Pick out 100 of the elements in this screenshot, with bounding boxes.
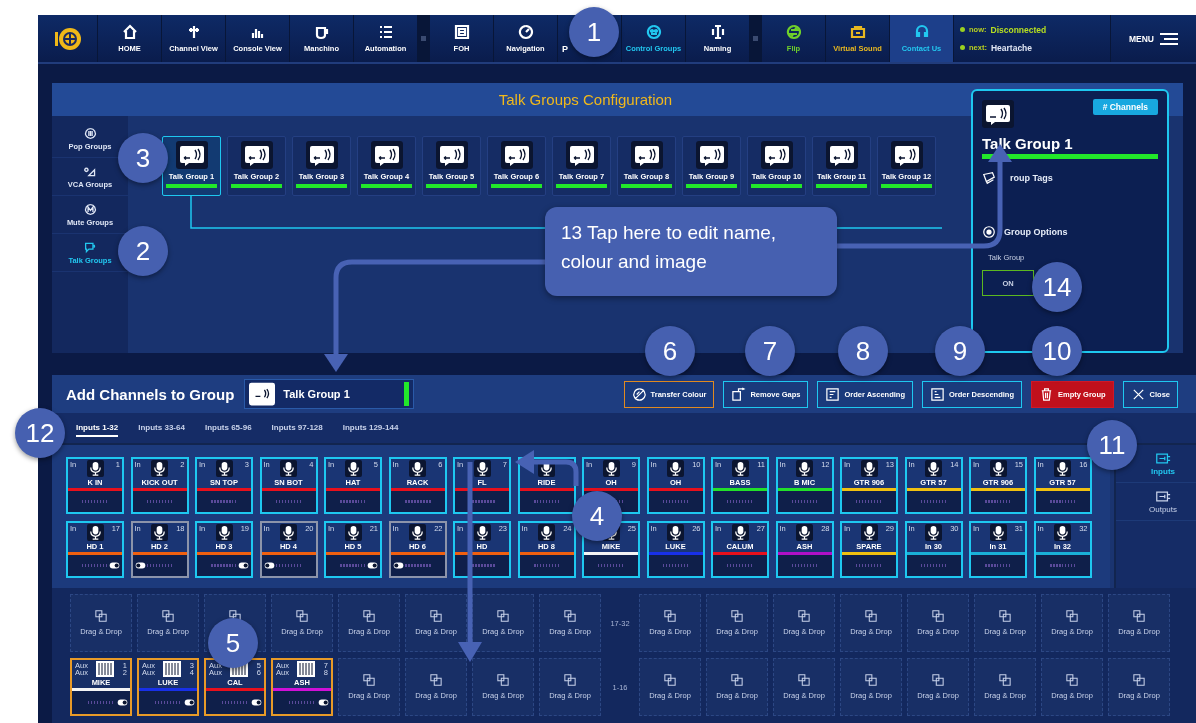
microphone-icon bbox=[86, 460, 104, 477]
level-meter bbox=[777, 491, 832, 512]
copy-icon bbox=[497, 674, 509, 686]
microphone-icon bbox=[796, 524, 813, 541]
nav-separator bbox=[417, 15, 429, 62]
level-meter bbox=[971, 491, 1025, 512]
microphone-icon bbox=[86, 524, 104, 541]
speech-speaker-icon bbox=[249, 382, 276, 406]
level-meter bbox=[326, 491, 380, 512]
copy-icon bbox=[564, 610, 576, 622]
copy-icon bbox=[932, 610, 944, 622]
level-meter bbox=[648, 555, 703, 576]
speech-speaker-icon bbox=[370, 141, 403, 169]
microphone-icon bbox=[280, 524, 297, 541]
microphone-icon bbox=[215, 460, 233, 477]
plug-icon bbox=[1155, 489, 1171, 503]
speech-speaker-icon bbox=[175, 141, 208, 169]
level-meter bbox=[390, 491, 445, 512]
copy-icon bbox=[932, 674, 944, 686]
status-value: Heartache bbox=[990, 42, 1033, 53]
copy-icon bbox=[162, 610, 174, 622]
speech-speaker-icon bbox=[500, 141, 533, 169]
menu-icon bbox=[1160, 32, 1178, 45]
microphone-icon bbox=[989, 524, 1007, 541]
copy-icon bbox=[430, 610, 442, 622]
section-title: Add Channels to Group bbox=[66, 385, 235, 403]
fader-bank-icon bbox=[163, 661, 182, 677]
microphone-icon bbox=[731, 460, 749, 477]
microphone-icon bbox=[409, 524, 426, 541]
level-meter bbox=[1035, 555, 1090, 576]
menu-button[interactable]: MENU bbox=[1110, 15, 1196, 62]
microphone-icon bbox=[860, 524, 878, 541]
step-number-tooltip: 12 bbox=[15, 408, 65, 458]
tab[interactable]: Inputs 129-144 bbox=[342, 419, 399, 437]
microphone-icon bbox=[602, 460, 620, 477]
export-icon bbox=[731, 386, 747, 402]
side-tab[interactable]: Outputs bbox=[1116, 483, 1196, 521]
copy-icon bbox=[664, 674, 676, 686]
microphone-icon bbox=[1054, 524, 1071, 541]
copy-icon bbox=[731, 610, 743, 622]
speech-speaker-icon bbox=[240, 141, 273, 169]
status-value: Disconnected bbox=[990, 24, 1047, 35]
level-meter bbox=[777, 555, 832, 576]
sort-descending-icon bbox=[930, 386, 945, 402]
speech-icon bbox=[83, 240, 97, 254]
copy-icon bbox=[564, 674, 576, 686]
tab[interactable]: Inputs 33-64 bbox=[138, 419, 185, 437]
microphone-icon bbox=[925, 460, 942, 477]
tab[interactable]: Inputs 1-32 bbox=[76, 419, 119, 437]
nav-separator bbox=[749, 15, 761, 62]
speech-speaker-icon bbox=[890, 141, 923, 169]
microphone-icon bbox=[473, 460, 491, 477]
copy-icon bbox=[798, 674, 810, 686]
copy-icon bbox=[363, 610, 375, 622]
microphone-icon bbox=[344, 524, 362, 541]
tag-icon bbox=[982, 171, 996, 185]
level-meter bbox=[584, 555, 638, 576]
microphone-icon bbox=[1054, 460, 1071, 477]
copy-icon bbox=[1066, 674, 1078, 686]
fader-bank-icon bbox=[96, 661, 115, 677]
copy-icon bbox=[731, 674, 743, 686]
microphone-icon bbox=[731, 524, 749, 541]
level-meter bbox=[713, 491, 767, 512]
speech-speaker-icon bbox=[435, 141, 468, 169]
level-meter bbox=[906, 491, 961, 512]
copy-icon bbox=[1133, 610, 1145, 622]
microphone-icon bbox=[989, 460, 1007, 477]
copy-icon bbox=[1133, 674, 1145, 686]
speech-speaker-icon bbox=[565, 141, 598, 169]
radio-icon bbox=[982, 225, 996, 239]
microphone-icon bbox=[796, 460, 813, 477]
copy-icon bbox=[999, 674, 1011, 686]
level-meter bbox=[519, 491, 574, 512]
speech-speaker-icon bbox=[305, 141, 338, 169]
speech-speaker-icon bbox=[630, 141, 663, 169]
group-field[interactable]: Talk Group 1 bbox=[244, 379, 415, 409]
speech-speaker-icon[interactable] bbox=[982, 99, 1014, 129]
tab[interactable]: Inputs 65-96 bbox=[204, 419, 252, 437]
copy-icon bbox=[999, 610, 1011, 622]
copy-icon bbox=[798, 610, 810, 622]
tab[interactable]: Inputs 97-128 bbox=[271, 419, 323, 437]
speech-speaker-icon bbox=[760, 141, 793, 169]
copy-icon bbox=[1066, 610, 1078, 622]
level-meter bbox=[68, 491, 122, 512]
level-meter bbox=[197, 491, 251, 512]
level-meter bbox=[713, 555, 767, 576]
copy-icon bbox=[296, 610, 308, 622]
toggle-icon bbox=[251, 699, 262, 706]
copy-icon bbox=[363, 674, 375, 686]
arrow bbox=[515, 450, 579, 486]
microphone-icon bbox=[151, 460, 168, 477]
toggle-icon bbox=[184, 699, 195, 706]
level-meter bbox=[971, 555, 1025, 576]
microphone-icon bbox=[473, 524, 491, 541]
microphone-icon bbox=[151, 524, 168, 541]
group-name[interactable]: Talk Group 1 bbox=[982, 135, 1158, 152]
level-meter bbox=[455, 491, 509, 512]
copy-icon bbox=[497, 610, 509, 622]
microphone-icon bbox=[667, 460, 684, 477]
no-paint-icon bbox=[631, 386, 647, 402]
